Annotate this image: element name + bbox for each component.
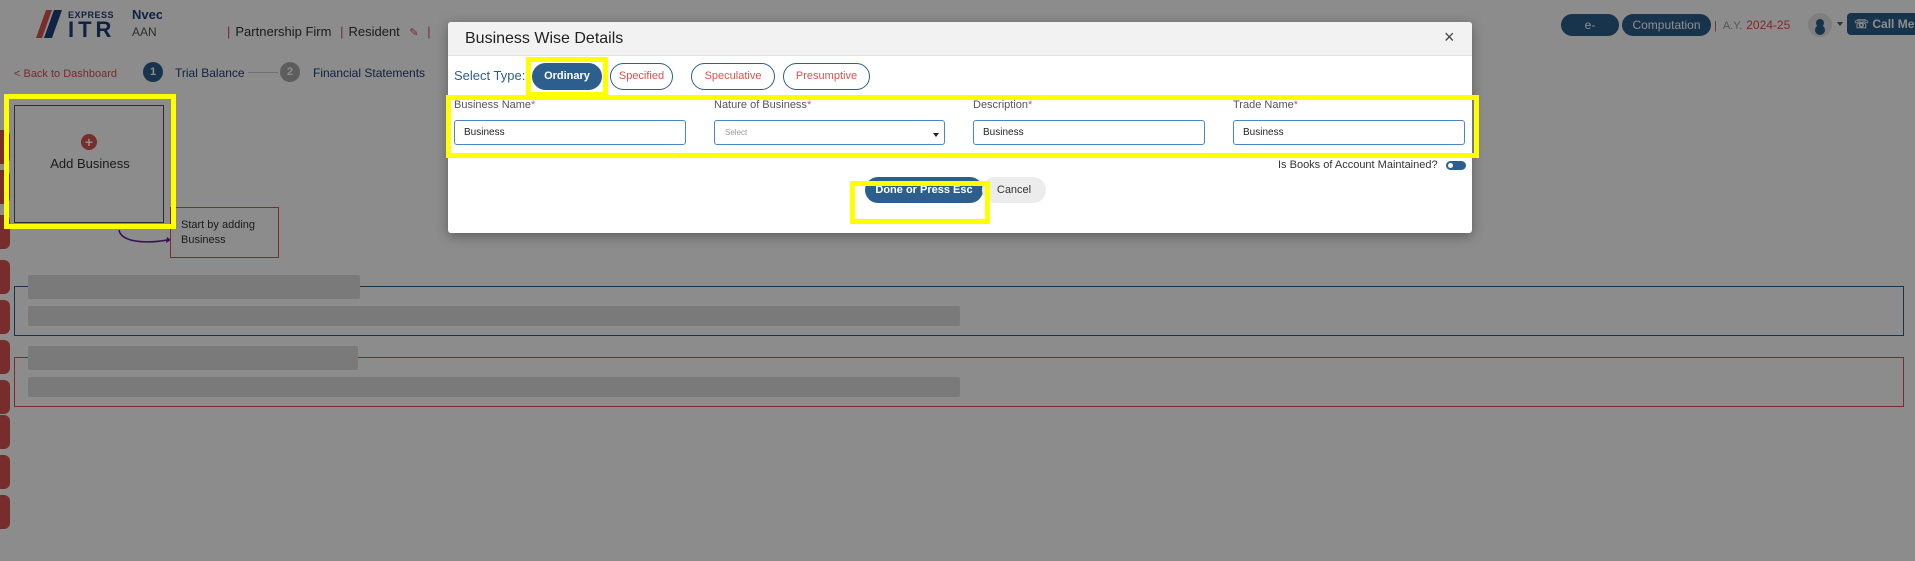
type-ordinary-button[interactable]: Ordinary [532,63,602,90]
select-type-label: Select Type: [454,68,526,83]
close-icon[interactable]: × [1444,27,1455,47]
modal-header: Business Wise Details × [448,22,1472,56]
cancel-button[interactable]: Cancel [982,177,1046,203]
type-specified-button[interactable]: Specified [610,63,673,90]
books-of-account-label: Is Books of Account Maintained? [1278,159,1438,171]
books-of-account-toggle[interactable] [1446,161,1466,170]
select-placeholder: Select [725,128,748,137]
trade-name-label: Trade Name* [1233,99,1299,111]
modal-title: Business Wise Details [465,30,624,47]
type-presumptive-button[interactable]: Presumptive [783,63,870,90]
description-input[interactable] [973,120,1205,145]
business-name-input[interactable] [454,120,686,145]
done-button[interactable]: Done or Press Esc [865,177,983,203]
nature-of-business-select[interactable]: Select [714,120,945,145]
business-details-modal: Business Wise Details × Select Type: Ord… [448,22,1472,233]
nature-of-business-label: Nature of Business* [714,99,812,111]
type-speculative-button[interactable]: Speculative [691,63,775,90]
chevron-down-icon [933,133,939,137]
trade-name-input[interactable] [1233,120,1465,145]
business-name-label: Business Name* [454,99,536,111]
description-label: Description* [973,99,1033,111]
